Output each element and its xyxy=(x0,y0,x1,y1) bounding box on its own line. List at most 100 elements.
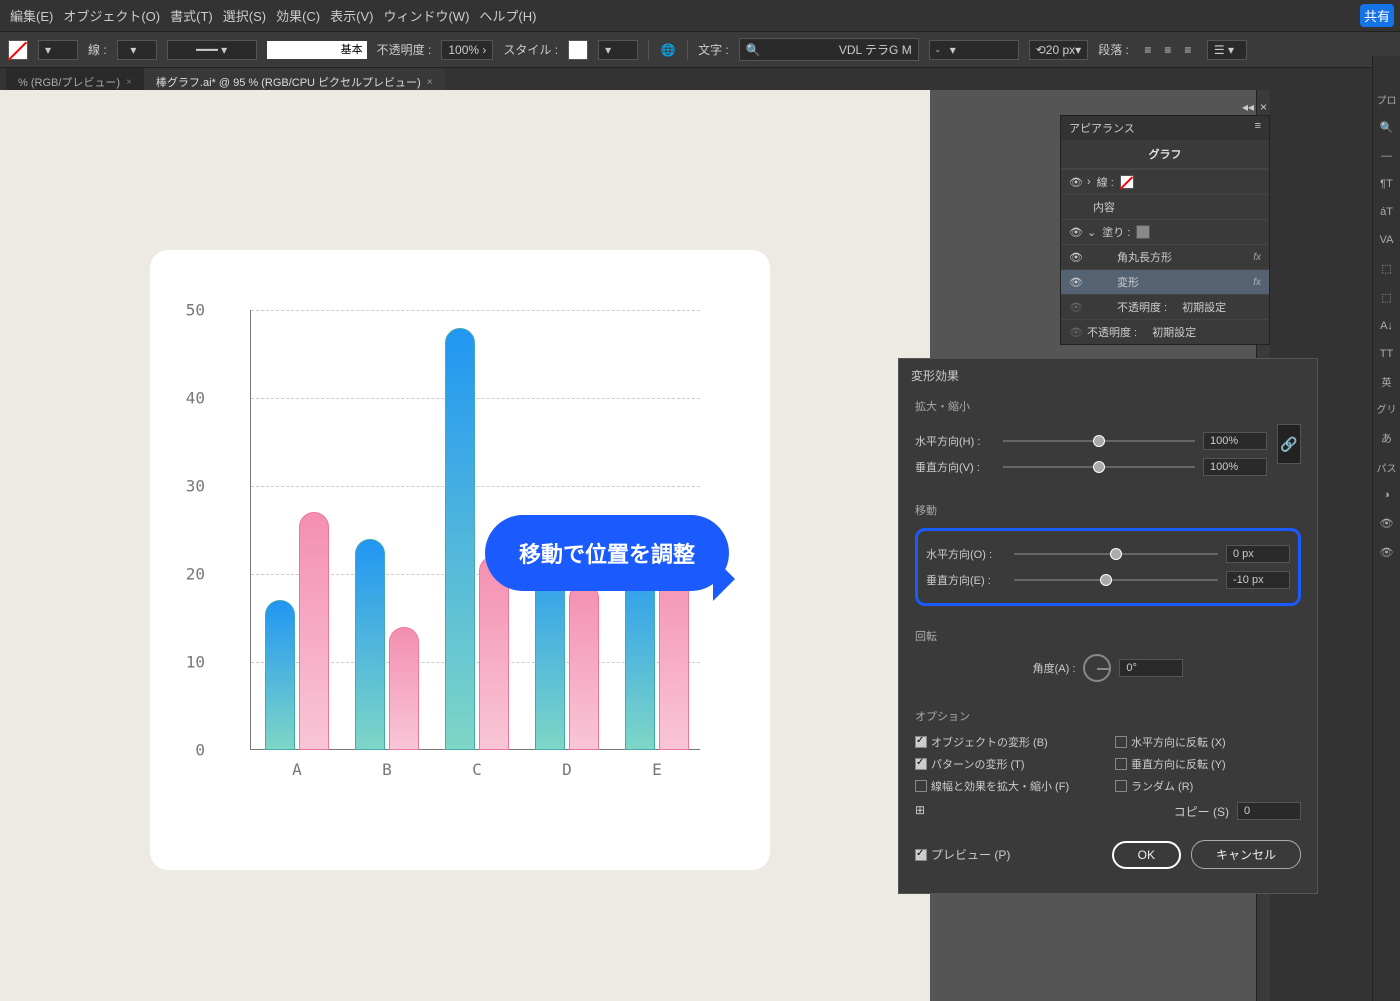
rail-search-icon[interactable]: 🔍 xyxy=(1373,113,1400,142)
rail-text-icon[interactable]: あ xyxy=(1373,422,1400,454)
eye-icon[interactable]: 👁 xyxy=(1069,226,1081,238)
stroke-label: 線 : xyxy=(88,41,107,58)
grid-icon[interactable]: ⊞ xyxy=(915,803,931,819)
stroke-weight[interactable]: ▾ xyxy=(117,40,157,60)
para-align[interactable]: ≡ ≡ ≡ xyxy=(1139,41,1197,59)
stroke-profile[interactable]: ━━━ ▾ xyxy=(167,40,257,60)
opt-scale-strokes[interactable]: 線幅と効果を拡大・縮小 (F) xyxy=(915,778,1085,794)
move-highlight: 水平方向(O) : 0 px 垂直方向(E) : -10 px xyxy=(915,528,1301,606)
globe-icon[interactable]: 🌐 xyxy=(659,41,677,59)
rail-color-icon[interactable]: ◑ xyxy=(1373,481,1400,509)
preview-checkbox[interactable]: プレビュー (P) xyxy=(915,846,1010,863)
rail-glyph-icon[interactable]: áT xyxy=(1373,198,1400,226)
vmove-slider[interactable] xyxy=(1014,579,1218,581)
menu-help[interactable]: ヘルプ(H) xyxy=(475,4,540,27)
fill-dropdown[interactable]: ▾ xyxy=(38,40,78,60)
rail-dash-icon[interactable]: — xyxy=(1373,142,1400,170)
transform-effect-dialog: 変形効果 拡大・縮小 水平方向(H) : 100% 垂直方向(V) : 100%… xyxy=(898,358,1318,894)
hscale-input[interactable]: 100% xyxy=(1203,432,1267,450)
ok-button[interactable]: OK xyxy=(1112,841,1181,869)
appearance-stroke-row[interactable]: 👁 › 線 : xyxy=(1061,169,1269,194)
appearance-transform-row[interactable]: 👁 変形 fx xyxy=(1061,269,1269,294)
menu-icon[interactable]: ≡ xyxy=(1255,120,1261,136)
menu-select[interactable]: 選択(S) xyxy=(219,4,270,27)
vmove-input[interactable]: -10 px xyxy=(1226,571,1290,589)
collapse-icon[interactable]: ◂◂ xyxy=(1242,100,1254,114)
rail-va-icon[interactable]: VA xyxy=(1373,226,1400,254)
align-right-icon[interactable]: ≡ xyxy=(1179,41,1197,59)
rail-eng[interactable]: 英 xyxy=(1373,368,1400,395)
dialog-title: 変形効果 xyxy=(899,359,1317,392)
close-icon[interactable]: × xyxy=(427,77,433,88)
font-style[interactable]: - ▾ xyxy=(929,40,1019,60)
para-label: 段落 : xyxy=(1098,41,1129,58)
menu-object[interactable]: オブジェクト(O) xyxy=(59,4,164,27)
opt-reflect-x[interactable]: 水平方向に反転 (X) xyxy=(1115,734,1285,750)
share-button[interactable]: 共有 xyxy=(1360,4,1394,27)
align-center-icon[interactable]: ≡ xyxy=(1159,41,1177,59)
stroke-type[interactable]: 基本 xyxy=(267,41,367,59)
fill-swatch[interactable] xyxy=(8,40,28,60)
eye-icon[interactable]: 👁 xyxy=(1069,276,1081,288)
angle-dial[interactable] xyxy=(1083,654,1111,682)
style-label: スタイル : xyxy=(503,41,558,58)
appearance-panel: ◂◂× アピアランス≡ グラフ 👁 › 線 : 内容 👁 ⌄ 塗り : 👁 角丸… xyxy=(1060,115,1270,345)
font-field[interactable]: 🔍 VDL テラG M xyxy=(739,38,919,61)
opt-pattern-transform[interactable]: パターンの変形 (T) xyxy=(915,756,1085,772)
eye-icon[interactable]: 👁 xyxy=(1069,176,1081,188)
rail-glyph[interactable]: グリ xyxy=(1373,395,1400,422)
rail-eye-icon[interactable]: 👁 xyxy=(1373,509,1400,538)
rail-aa-icon[interactable]: A↓ xyxy=(1373,312,1400,340)
rail-properties[interactable]: プロ xyxy=(1373,86,1400,113)
appearance-target: グラフ xyxy=(1061,140,1269,169)
appearance-fill-row[interactable]: 👁 ⌄ 塗り : xyxy=(1061,219,1269,244)
opt-reflect-y[interactable]: 垂直方向に反転 (Y) xyxy=(1115,756,1285,772)
scale-section: 拡大・縮小 水平方向(H) : 100% 垂直方向(V) : 100% 🔗 xyxy=(899,392,1317,496)
menu-window[interactable]: ウィンドウ(W) xyxy=(379,4,473,27)
rail-icon2[interactable]: ⬚ xyxy=(1373,283,1400,312)
rotate-section: 回転 角度(A) : 0° xyxy=(899,622,1317,702)
cancel-button[interactable]: キャンセル xyxy=(1191,840,1301,869)
menu-effect[interactable]: 効果(C) xyxy=(272,4,324,27)
font-size[interactable]: ⟲ 20 px ▾ xyxy=(1029,40,1088,60)
hscale-slider[interactable] xyxy=(1003,440,1195,442)
close-icon[interactable]: × xyxy=(126,77,132,88)
opt-object-transform[interactable]: オブジェクトの変形 (B) xyxy=(915,734,1085,750)
menu-format[interactable]: 書式(T) xyxy=(166,4,217,27)
opacity-value[interactable]: 100% › xyxy=(441,40,493,60)
rail-pathfinder[interactable]: パス xyxy=(1373,454,1400,481)
rail-tt-icon[interactable]: TT xyxy=(1373,340,1400,368)
hmove-input[interactable]: 0 px xyxy=(1226,545,1290,563)
vscale-input[interactable]: 100% xyxy=(1203,458,1267,476)
move-section: 移動 水平方向(O) : 0 px 垂直方向(E) : -10 px xyxy=(899,496,1317,622)
text-label: 文字 : xyxy=(698,41,729,58)
menu-view[interactable]: 表示(V) xyxy=(326,4,377,27)
rail-type-icon[interactable]: ¶T xyxy=(1373,170,1400,198)
copies-input[interactable]: 0 xyxy=(1237,802,1301,820)
hmove-slider[interactable] xyxy=(1014,553,1218,555)
right-panel-rail: プロ 🔍 — ¶T áT VA ⬚ ⬚ A↓ TT 英 グリ あ パス ◑ 👁 … xyxy=(1372,56,1400,1001)
list-dropdown[interactable]: ☰ ▾ xyxy=(1207,40,1247,60)
appearance-roundrect-row[interactable]: 👁 角丸長方形 fx xyxy=(1061,244,1269,269)
menubar: 編集(E) オブジェクト(O) 書式(T) 選択(S) 効果(C) 表示(V) … xyxy=(0,0,1400,31)
appearance-opacity2-row[interactable]: 👁 不透明度 : 初期設定 xyxy=(1061,319,1269,344)
close-icon[interactable]: × xyxy=(1260,100,1267,114)
vscale-slider[interactable] xyxy=(1003,466,1195,468)
control-toolbar: ▾ 線 : ▾ ━━━ ▾ 基本 不透明度 : 100% › スタイル : ▾ … xyxy=(0,31,1400,68)
rail-eye-icon2[interactable]: 👁 xyxy=(1373,538,1400,567)
panel-title: アピアランス xyxy=(1069,120,1135,136)
eye-icon[interactable]: 👁 xyxy=(1069,251,1081,263)
style-dropdown[interactable]: ▾ xyxy=(598,40,638,60)
rail-icon[interactable]: ⬚ xyxy=(1373,254,1400,283)
angle-input[interactable]: 0° xyxy=(1119,659,1183,677)
appearance-opacity1-row[interactable]: 👁 不透明度 : 初期設定 xyxy=(1061,294,1269,319)
opacity-label: 不透明度 : xyxy=(377,41,432,58)
opt-random[interactable]: ランダム (R) xyxy=(1115,778,1285,794)
appearance-content-row[interactable]: 内容 xyxy=(1061,194,1269,219)
align-left-icon[interactable]: ≡ xyxy=(1139,41,1157,59)
annotation-bubble: 移動で位置を調整 xyxy=(485,515,729,591)
style-swatch[interactable] xyxy=(568,40,588,60)
link-icon[interactable]: 🔗 xyxy=(1277,424,1301,464)
options-section: オプション オブジェクトの変形 (B) 水平方向に反転 (X) パターンの変形 … xyxy=(899,702,1317,832)
menu-edit[interactable]: 編集(E) xyxy=(6,4,57,27)
